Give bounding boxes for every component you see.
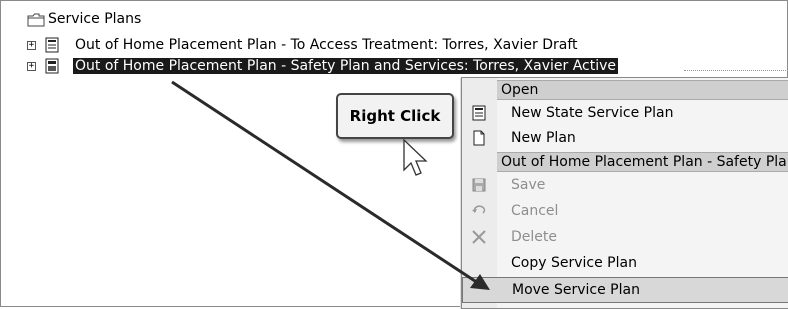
selected-node-label[interactable]: Out of Home Placement Plan - Safety Plan… — [73, 58, 619, 74]
menu-item-label: New Plan — [511, 130, 576, 146]
menu-item-label: Move Service Plan — [512, 282, 640, 298]
folder-icon — [27, 13, 45, 27]
document-lines-icon — [472, 105, 486, 121]
save-icon — [472, 178, 486, 192]
menu-item-label: Delete — [511, 229, 557, 245]
menu-section-plan: Out of Home Placement Plan - Safety Plan… — [497, 152, 788, 172]
menu-item-new-plan[interactable]: New Plan — [462, 125, 788, 151]
menu-item-label: Save — [511, 177, 546, 193]
menu-item-copy-service-plan[interactable]: Copy Service Plan — [462, 250, 788, 276]
plan-document-icon — [45, 37, 59, 53]
menu-section-open: Open — [497, 80, 788, 100]
menu-item-move-service-plan[interactable]: Move Service Plan — [462, 277, 788, 303]
plan-document-active-icon — [45, 58, 59, 74]
tree-node-draft-plan[interactable]: Out of Home Placement Plan - To Access T… — [75, 35, 578, 55]
right-click-callout: Right Click — [336, 93, 454, 139]
blank-document-icon — [473, 130, 485, 146]
expand-toggle-1[interactable]: + — [27, 41, 36, 50]
menu-item-label: Cancel — [511, 203, 559, 219]
menu-item-save[interactable]: Save — [462, 172, 788, 198]
expand-toggle-2[interactable]: + — [27, 62, 36, 71]
menu-item-label: New State Service Plan — [511, 105, 674, 121]
tree-node-active-plan[interactable]: Out of Home Placement Plan - Safety Plan… — [73, 56, 619, 76]
dotted-separator — [684, 70, 788, 73]
context-menu: Open New State Service Plan New Plan Out… — [461, 77, 788, 309]
tree-root-label[interactable]: Service Plans — [48, 9, 141, 29]
delete-x-icon — [472, 230, 486, 244]
undo-icon — [472, 205, 486, 214]
menu-item-label: Copy Service Plan — [511, 255, 637, 271]
menu-item-delete[interactable]: Delete — [462, 224, 788, 250]
menu-item-new-state-service-plan[interactable]: New State Service Plan — [462, 100, 788, 126]
menu-item-cancel[interactable]: Cancel — [462, 198, 788, 224]
